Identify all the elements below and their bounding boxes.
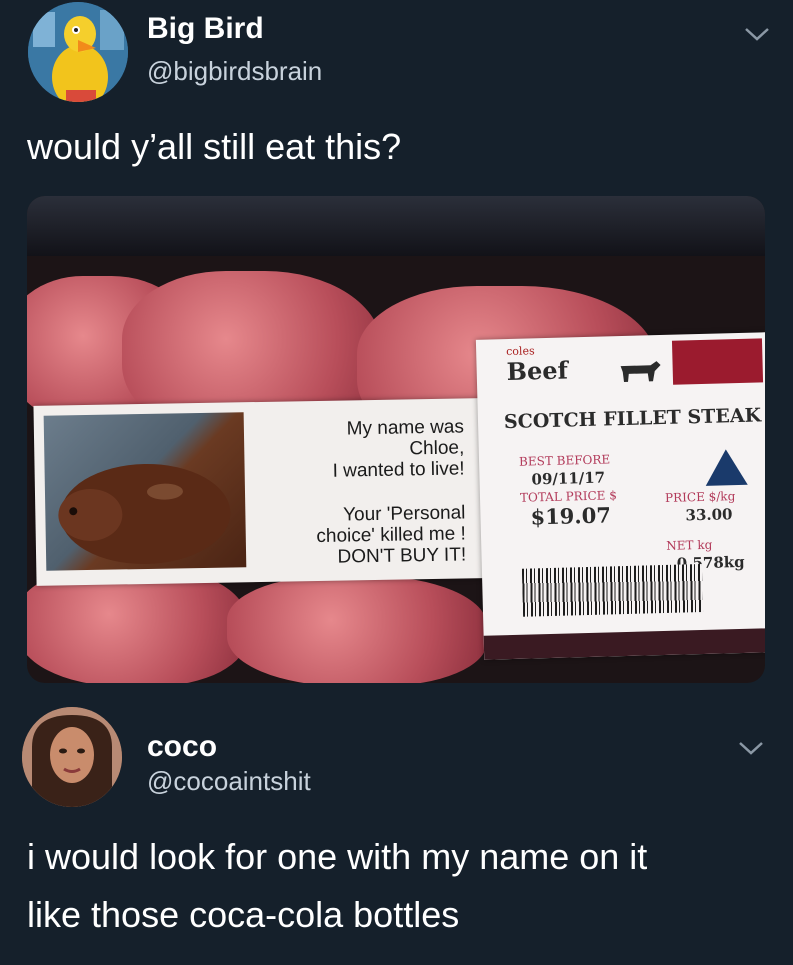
heart-foundation-icon <box>705 449 748 486</box>
tweet-photo[interactable]: My name was Chloe, I wanted to live! You… <box>27 196 765 683</box>
product-name: SCOTCH FILLET STEAK <box>503 404 762 434</box>
chevron-down-icon[interactable] <box>737 739 765 757</box>
tweet-text: i would look for one with my name on it … <box>27 828 647 944</box>
protest-sticker: My name was Chloe, I wanted to live! You… <box>33 398 485 586</box>
sticker-line: DON'T BUY IT! <box>337 544 467 568</box>
sticker-text-bottom: Your 'Personal choice' killed me ! DON'T… <box>316 502 466 568</box>
avatar-coco[interactable] <box>22 707 122 807</box>
tweet-coco: coco @cocoaintshit i would look for one … <box>0 700 793 965</box>
net-weight-label: NET kg <box>666 537 713 553</box>
sticker-line: Chloe, <box>409 437 465 460</box>
tweet-text: would y’all still eat this? <box>27 126 402 167</box>
label-footer <box>483 628 765 660</box>
price-per-kg: 33.00 <box>685 505 733 525</box>
sticker-text-top: My name was Chloe, I wanted to live! <box>332 416 465 482</box>
tweet-text-line: like those coca-cola bottles <box>27 894 460 935</box>
price-per-kg-label: PRICE $/kg <box>664 489 736 505</box>
product-category: Beef <box>506 355 569 387</box>
author-handle[interactable]: @bigbirdsbrain <box>147 56 322 87</box>
avatar-bigbird[interactable] <box>28 2 128 102</box>
meat-piece <box>227 576 487 683</box>
total-price: $19.07 <box>530 502 612 530</box>
bigbird-avatar-image <box>28 2 128 102</box>
tray-rim <box>27 196 765 256</box>
sticker-line: choice' killed me ! <box>316 523 466 548</box>
calf-photo <box>43 412 247 571</box>
author-handle[interactable]: @cocoaintshit <box>147 766 311 797</box>
best-before-date: 09/11/17 <box>531 468 606 489</box>
coco-avatar-image <box>22 707 122 807</box>
product-label: coles Beef SCOTCH FILLET STEAK BEST BEFO… <box>475 332 765 660</box>
sticker-line: Your 'Personal <box>342 502 466 526</box>
australian-beef-badge <box>671 338 764 385</box>
author-name[interactable]: Big Bird <box>147 12 264 46</box>
chevron-down-icon[interactable] <box>743 25 771 43</box>
tweet-bigbird: Big Bird @bigbirdsbrain would y’all stil… <box>0 0 793 700</box>
tweet-text-line: i would look for one with my name on it <box>27 836 648 877</box>
author-name[interactable]: coco <box>147 730 217 764</box>
cow-icon <box>620 361 661 382</box>
sticker-line: I wanted to live! <box>332 458 465 482</box>
best-before-label: BEST BEFORE <box>518 452 611 469</box>
sticker-line: My name was <box>346 416 465 440</box>
barcode <box>521 564 704 617</box>
